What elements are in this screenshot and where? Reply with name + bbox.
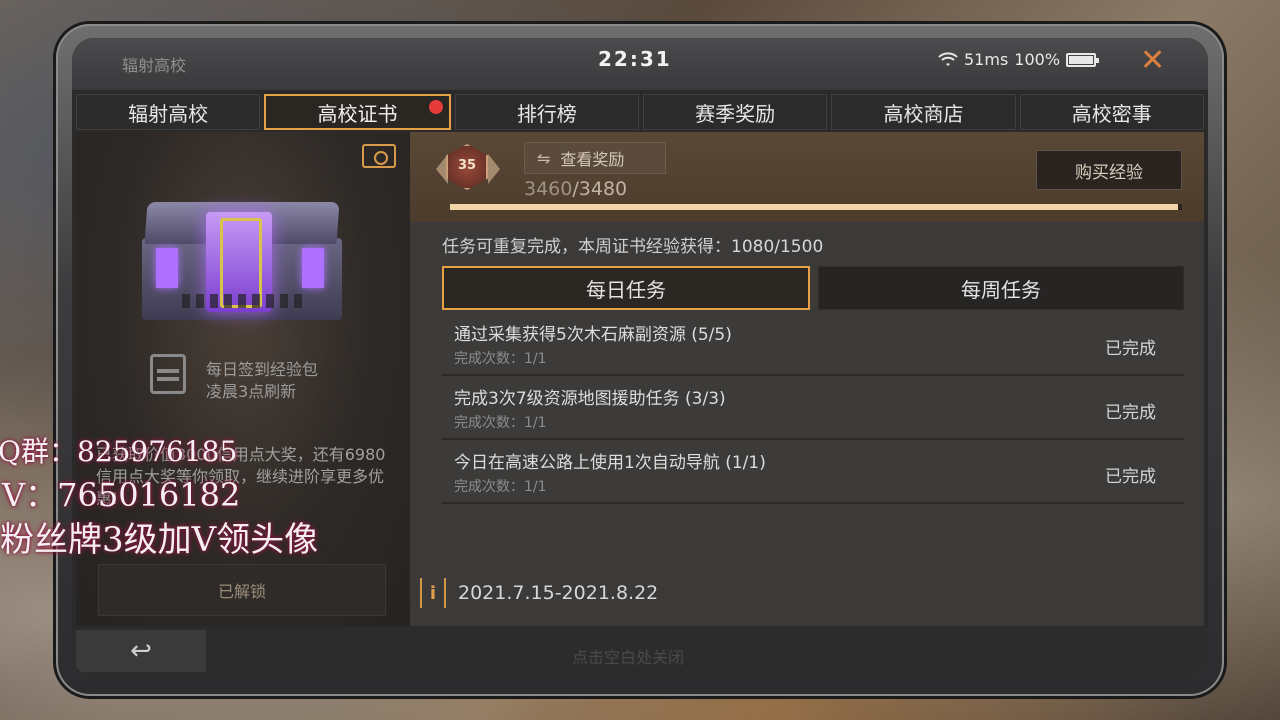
close-icon[interactable]: ✕ — [1140, 46, 1165, 76]
exp-max: /3480 — [572, 178, 628, 200]
back-icon: ↩ — [130, 636, 152, 666]
level-number: 35 — [457, 158, 477, 173]
tab-leaderboard[interactable]: 排行榜 — [454, 94, 639, 130]
task-row: 今日在高速公路上使用1次自动导航 (1/1) 完成次数：1/1 已完成 — [442, 442, 1184, 504]
wifi-icon — [938, 51, 958, 66]
task-count: 完成次数：1/1 — [454, 479, 547, 495]
level-badge: 35 — [436, 142, 500, 194]
tab-bar: 辐射高校 高校证书 排行榜 赛季奖励 高校商店 高校密事 — [76, 94, 1204, 130]
task-list: 通过采集获得5次木石麻副资源 (5/5) 完成次数：1/1 已完成 完成3次7级… — [442, 314, 1184, 506]
weekly-note-value: 1080/1500 — [731, 237, 824, 257]
view-reward-button[interactable]: ⇋ 查看奖励 — [524, 142, 666, 174]
tab-school-shop[interactable]: 高校商店 — [831, 94, 1016, 130]
tab-label: 排行榜 — [516, 101, 577, 126]
bottom-bar: ↩ 点击空白处关闭 — [72, 628, 1208, 676]
task-name: 完成3次7级资源地图援助任务 (3/3) — [454, 389, 726, 409]
notification-dot — [428, 100, 443, 114]
swap-icon: ⇋ — [537, 148, 551, 168]
stream-overlay-fan-badge: 粉丝牌3级加V领头像 — [0, 520, 319, 560]
status-bar: 辐射高校 22:31 51ms 100% ✕ — [72, 38, 1208, 90]
app-title: 辐射高校 — [122, 56, 187, 75]
view-reward-label: 查看奖励 — [560, 150, 625, 169]
exp-current: 3460 — [524, 178, 573, 200]
pack-title: 每日签到经验包 — [206, 360, 319, 379]
tab-school-secrets[interactable]: 高校密事 — [1019, 94, 1204, 130]
status-indicators: 51ms 100% — [938, 50, 1100, 69]
back-button[interactable]: ↩ — [76, 630, 206, 672]
info-icon[interactable]: i — [420, 578, 446, 608]
tab-weekly-tasks[interactable]: 每周任务 — [818, 266, 1184, 310]
stream-overlay-wechat: V：765016182 — [2, 476, 241, 514]
task-row: 完成3次7级资源地图援助任务 (3/3) 完成次数：1/1 已完成 — [442, 378, 1184, 440]
unlocked-button[interactable]: 已解锁 — [98, 564, 386, 616]
ticket-icon[interactable] — [362, 144, 396, 168]
close-hint[interactable]: 点击空白处关闭 — [572, 644, 684, 668]
buy-exp-button[interactable]: 购买经验 — [1036, 150, 1182, 190]
tab-daily-tasks[interactable]: 每日任务 — [442, 266, 810, 310]
task-name: 通过采集获得5次木石麻副资源 (5/5) — [454, 325, 732, 345]
ping-text: 51ms — [964, 50, 1009, 69]
tab-label: 高校商店 — [883, 101, 964, 126]
treasure-chest-image — [142, 202, 342, 322]
task-name: 今日在高速公路上使用1次自动导航 (1/1) — [454, 453, 766, 473]
task-row: 通过采集获得5次木石麻副资源 (5/5) 完成次数：1/1 已完成 — [442, 314, 1184, 376]
tab-label: 高校证书 — [317, 101, 398, 126]
battery-icon — [1066, 52, 1100, 67]
exp-value: 3460/3480 — [524, 178, 627, 200]
task-status: 已完成 — [1105, 403, 1156, 423]
task-status: 已完成 — [1105, 339, 1156, 359]
tab-label: 辐射高校 — [128, 101, 209, 126]
exp-progress-fill — [450, 204, 1178, 210]
tab-radiation-school[interactable]: 辐射高校 — [76, 94, 261, 130]
certificate-panel: 35 ⇋ 查看奖励 3460/3480 购买经验 任务可重复完成，本周证书经验获… — [410, 132, 1204, 626]
tab-label: 高校密事 — [1071, 101, 1152, 126]
task-tabs: 每日任务 每周任务 — [442, 266, 1184, 310]
pack-icon — [150, 354, 186, 394]
task-count: 完成次数：1/1 — [454, 415, 547, 431]
tab-school-certificate[interactable]: 高校证书 — [264, 94, 451, 130]
tab-season-rewards[interactable]: 赛季奖励 — [642, 94, 828, 130]
stream-overlay-qq: Q群：825976185 — [0, 435, 238, 468]
game-screen: 辐射高校 22:31 51ms 100% ✕ 辐射高校 高校证书 排行榜 赛季奖… — [72, 38, 1208, 676]
exp-header: 35 ⇋ 查看奖励 3460/3480 购买经验 — [410, 132, 1204, 222]
battery-text: 100% — [1014, 50, 1061, 69]
task-status: 已完成 — [1105, 467, 1156, 487]
weekly-exp-note: 任务可重复完成，本周证书经验获得：1080/1500 — [442, 232, 823, 257]
clock: 22:31 — [598, 47, 672, 71]
exp-progress-bar — [450, 204, 1182, 210]
pack-subtitle: 凌晨3点刷新 — [206, 382, 297, 401]
tab-label: 赛季奖励 — [695, 101, 776, 126]
task-count: 完成次数：1/1 — [454, 351, 547, 367]
season-date: 2021.7.15-2021.8.22 — [458, 582, 659, 604]
season-date-row: i 2021.7.15-2021.8.22 — [420, 578, 658, 608]
weekly-note-label: 任务可重复完成，本周证书经验获得： — [442, 237, 731, 257]
